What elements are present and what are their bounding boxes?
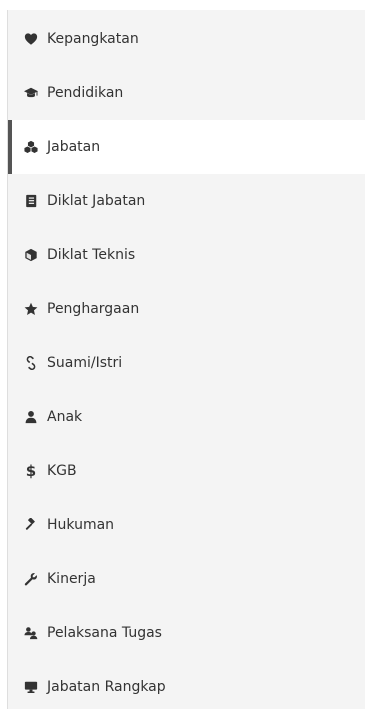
menu-item-pelaksana-tugas[interactable]: Pelaksana Tugas — [8, 606, 365, 660]
menu-item-label: Diklat Jabatan — [47, 193, 146, 209]
menu-item-anak[interactable]: Anak — [8, 390, 365, 444]
menu-item-label: Anak — [47, 409, 83, 425]
menu-item-kepangkatan[interactable]: Kepangkatan — [8, 12, 365, 66]
heart-icon — [24, 32, 38, 46]
users-icon — [24, 626, 38, 640]
star-icon — [24, 302, 38, 316]
menu-item-label: Diklat Teknis — [47, 247, 136, 263]
menu-item-label: Jabatan — [47, 139, 101, 155]
sidebar-menu: Kepangkatan Pendidikan Jabatan Diklat Ja… — [7, 10, 365, 709]
menu-item-diklat-jabatan[interactable]: Diklat Jabatan — [8, 174, 365, 228]
menu-item-label: Jabatan Rangkap — [47, 679, 166, 695]
menu-item-label: Kinerja — [47, 571, 96, 587]
menu-item-kgb[interactable]: $ KGB — [8, 444, 365, 498]
menu-item-label: Pelaksana Tugas — [47, 625, 162, 641]
user-icon — [24, 410, 38, 424]
wrench-icon — [24, 572, 38, 586]
menu-item-label: Penghargaan — [47, 301, 140, 317]
book-icon — [24, 194, 38, 208]
menu-item-suami-istri[interactable]: Suami/Istri — [8, 336, 365, 390]
cube-icon — [24, 248, 38, 262]
gavel-icon — [24, 518, 38, 532]
menu-item-pendidikan[interactable]: Pendidikan — [8, 66, 365, 120]
menu-item-penghargaan[interactable]: Penghargaan — [8, 282, 365, 336]
menu-item-label: KGB — [47, 463, 77, 479]
menu-item-jabatan[interactable]: Jabatan — [8, 120, 365, 174]
cubes-icon — [24, 140, 38, 154]
desktop-icon — [24, 680, 38, 694]
menu-item-label: Pendidikan — [47, 85, 124, 101]
menu-item-label: Hukuman — [47, 517, 115, 533]
menu-item-label: Suami/Istri — [47, 355, 123, 371]
link-icon — [24, 356, 38, 370]
graduation-cap-icon — [24, 86, 38, 100]
menu-item-jabatan-rangkap[interactable]: Jabatan Rangkap — [8, 660, 365, 714]
menu-item-label: Kepangkatan — [47, 31, 139, 47]
dollar-icon: $ — [25, 462, 37, 480]
menu-item-kinerja[interactable]: Kinerja — [8, 552, 365, 606]
menu-item-diklat-teknis[interactable]: Diklat Teknis — [8, 228, 365, 282]
menu-item-hukuman[interactable]: Hukuman — [8, 498, 365, 552]
